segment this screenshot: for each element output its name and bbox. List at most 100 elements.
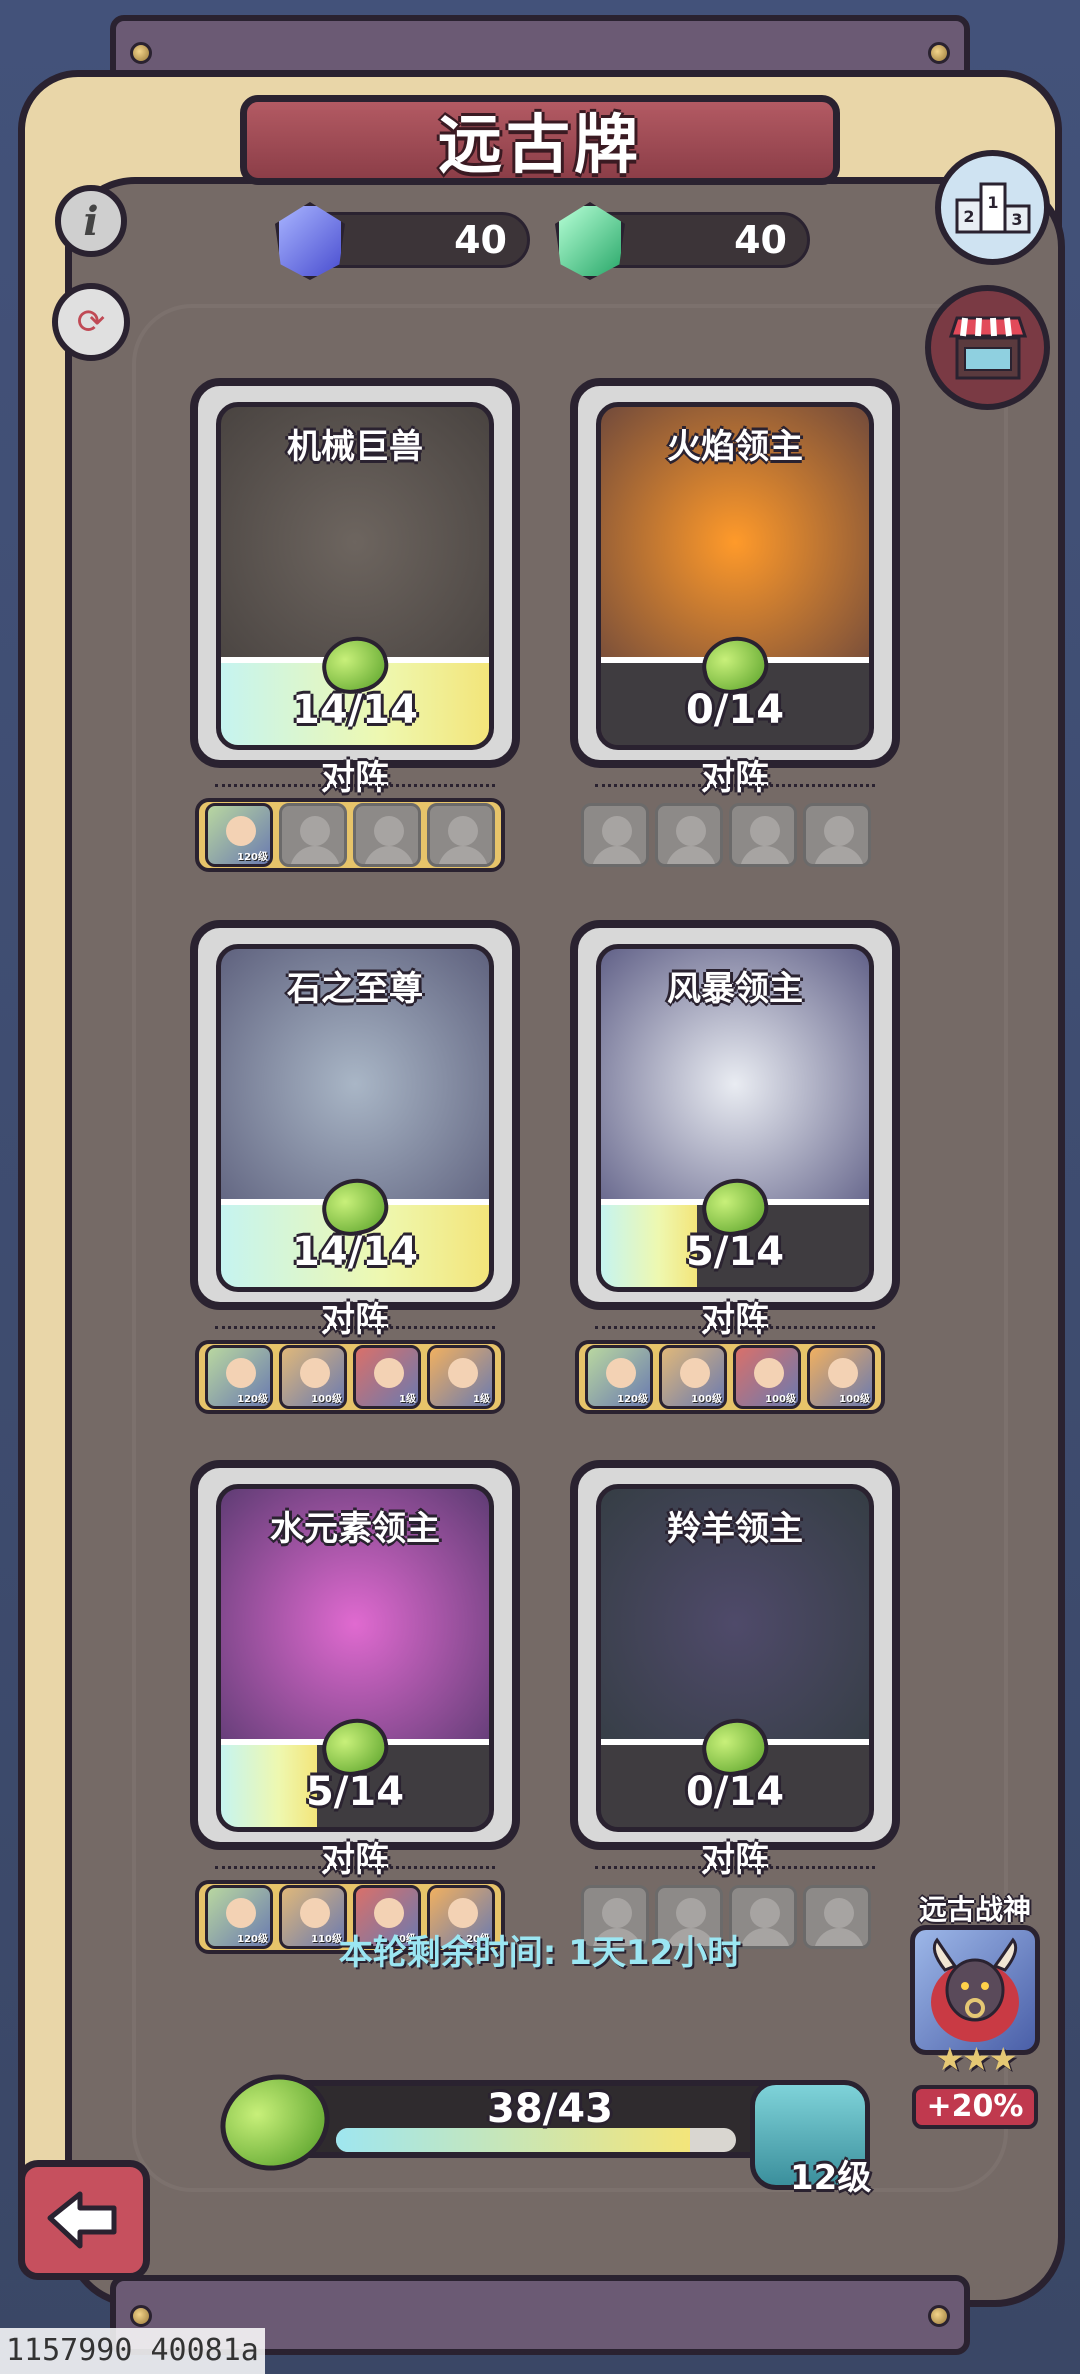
back-button[interactable]: [18, 2160, 150, 2280]
ancient-god-title: 远古战神: [918, 1893, 1031, 1926]
green-gem-value: 40: [734, 218, 787, 262]
hero-level: 100级: [839, 1394, 870, 1405]
card-artwork: 风暴领主 5/14: [596, 944, 874, 1292]
blue-gem-value: 40: [454, 218, 507, 262]
ancient-card[interactable]: 水元素领主 5/14: [190, 1460, 520, 1850]
level-label: 12级: [790, 2158, 872, 2198]
placeholder-head-icon: [824, 816, 854, 846]
empty-hero-slot[interactable]: [279, 803, 347, 867]
placeholder-head-icon: [676, 1898, 706, 1928]
shop-button[interactable]: [925, 285, 1050, 410]
hero-portrait[interactable]: 1级: [353, 1345, 421, 1409]
timer-button[interactable]: ⟳: [52, 283, 130, 361]
hero-face: [300, 1898, 330, 1928]
ancient-card[interactable]: 羚羊领主 0/14: [570, 1460, 900, 1850]
empty-hero-slot[interactable]: [655, 803, 723, 867]
placeholder-head-icon: [824, 1898, 854, 1928]
hero-portrait[interactable]: 120级: [205, 1345, 273, 1409]
card-count: 14/14: [292, 687, 418, 733]
hero-level: 100级: [765, 1394, 796, 1405]
placeholder-body-icon: [438, 846, 488, 864]
card-count: 5/14: [305, 1769, 405, 1815]
hero-portrait[interactable]: 100级: [659, 1345, 727, 1409]
divider: [595, 784, 875, 787]
hero-portrait[interactable]: 120级: [205, 803, 273, 867]
hero-face: [226, 1898, 256, 1928]
team-label: 对阵: [321, 758, 389, 798]
ancient-card[interactable]: 火焰领主 0/14: [570, 378, 900, 768]
rivet-decoration: [130, 42, 152, 64]
team-label: 对阵: [701, 1300, 769, 1340]
placeholder-head-icon: [750, 1898, 780, 1928]
card-name: 水元素领主: [270, 1509, 440, 1549]
team-lineup[interactable]: 120级 100级 100级 100级: [575, 1340, 885, 1414]
ancient-card[interactable]: 石之至尊 14/14: [190, 920, 520, 1310]
shop-icon: [948, 316, 1027, 379]
team-label: 对阵: [701, 758, 769, 798]
placeholder-body-icon: [814, 846, 864, 864]
card-artwork: 水元素领主 5/14: [216, 1484, 494, 1832]
hero-face: [374, 1358, 404, 1388]
hero-face: [606, 1358, 636, 1388]
hero-level: 120级: [237, 852, 268, 863]
hero-portrait[interactable]: 100级: [279, 1345, 347, 1409]
card-count: 14/14: [292, 1229, 418, 1275]
team-lineup[interactable]: [575, 798, 885, 872]
placeholder-head-icon: [448, 816, 478, 846]
leaderboard-icon: 1 2 3: [955, 182, 1030, 233]
placeholder-body-icon: [740, 846, 790, 864]
card-artwork: 羚羊领主 0/14: [596, 1484, 874, 1832]
empty-hero-slot[interactable]: [581, 803, 649, 867]
hero-face: [226, 816, 256, 846]
info-button[interactable]: i: [55, 185, 127, 257]
hero-portrait[interactable]: 1级: [427, 1345, 495, 1409]
page-title: 远古牌: [438, 109, 642, 183]
hero-face: [754, 1358, 784, 1388]
placeholder-head-icon: [602, 1898, 632, 1928]
empty-hero-slot[interactable]: [427, 803, 495, 867]
divider: [215, 1326, 495, 1329]
ancient-card[interactable]: 机械巨兽 14/14: [190, 378, 520, 768]
back-arrow-icon: [47, 2191, 117, 2249]
card-name: 风暴领主: [667, 969, 803, 1009]
team-lineup[interactable]: 120级 100级 1级 1级: [195, 1340, 505, 1414]
hero-face: [374, 1898, 404, 1928]
card-name: 火焰领主: [667, 427, 803, 467]
rivet-decoration: [130, 2305, 152, 2327]
svg-text:1: 1: [987, 193, 998, 212]
leaderboard-button[interactable]: 1 2 3: [935, 150, 1050, 265]
bull-warrior-icon: [931, 1937, 1019, 2042]
hero-level: 1级: [473, 1394, 490, 1405]
ancient-god-portrait[interactable]: [910, 1925, 1040, 2055]
team-lineup[interactable]: 120级: [195, 798, 505, 872]
placeholder-body-icon: [290, 846, 340, 864]
placeholder-body-icon: [666, 846, 716, 864]
divider: [595, 1326, 875, 1329]
card-artwork: 石之至尊 14/14: [216, 944, 494, 1292]
hero-portrait[interactable]: 100级: [733, 1345, 801, 1409]
svg-text:3: 3: [1011, 210, 1022, 229]
rivet-decoration: [928, 42, 950, 64]
team-label: 对阵: [321, 1300, 389, 1340]
empty-hero-slot[interactable]: [803, 803, 871, 867]
hero-level: 100级: [311, 1394, 342, 1405]
divider: [215, 784, 495, 787]
hero-face: [300, 1358, 330, 1388]
hero-face: [680, 1358, 710, 1388]
empty-hero-slot[interactable]: [353, 803, 421, 867]
card-artwork: 火焰领主 0/14: [596, 402, 874, 750]
hero-portrait[interactable]: 100级: [807, 1345, 875, 1409]
rivet-decoration: [928, 2305, 950, 2327]
hero-face: [828, 1358, 858, 1388]
divider: [595, 1866, 875, 1869]
ancient-card[interactable]: 风暴领主 5/14: [570, 920, 900, 1310]
ancient-god-bonus: +20%: [912, 2085, 1038, 2129]
hero-face: [226, 1358, 256, 1388]
team-label: 对阵: [321, 1840, 389, 1880]
card-count: 0/14: [685, 687, 785, 733]
empty-hero-slot[interactable]: [729, 803, 797, 867]
card-artwork: 机械巨兽 14/14: [216, 402, 494, 750]
hero-portrait[interactable]: 120级: [585, 1345, 653, 1409]
info-icon: i: [83, 197, 99, 245]
placeholder-body-icon: [592, 846, 642, 864]
